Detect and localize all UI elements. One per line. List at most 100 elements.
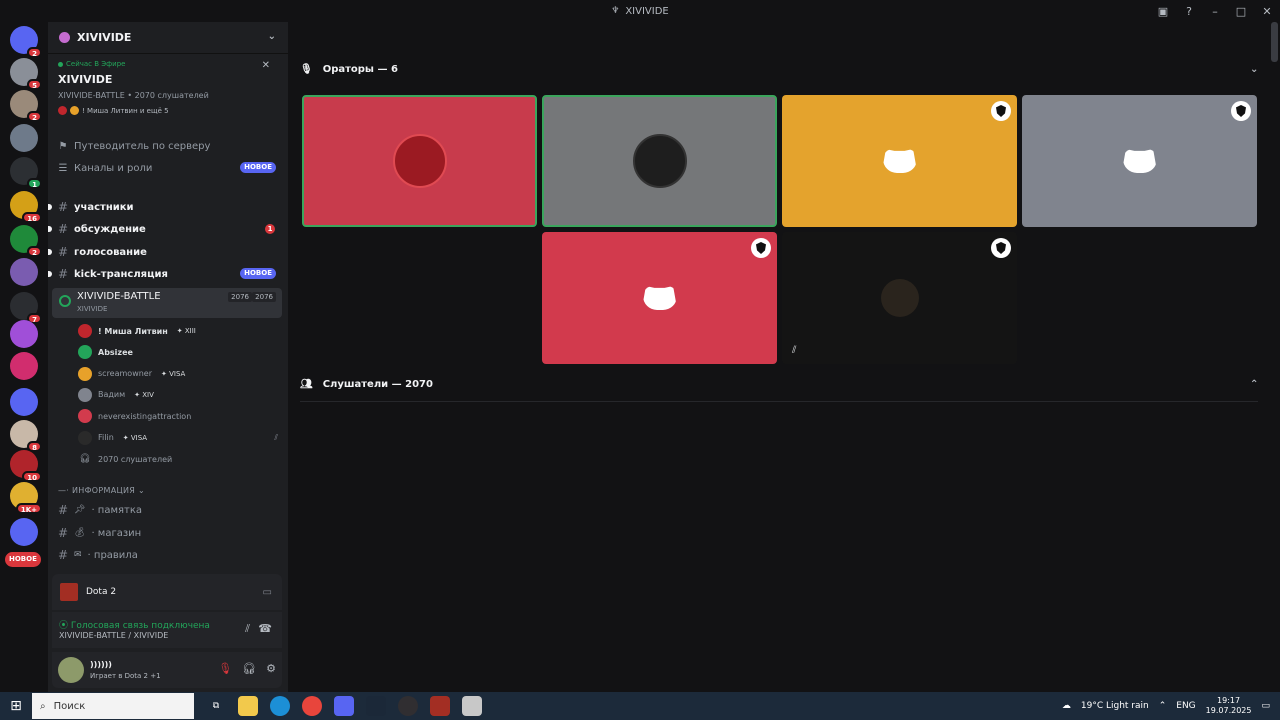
voice-channel-xivivide-battle[interactable]: XIVIVIDE-BATTLE XIVIVIDE 2076 2076 <box>52 288 282 318</box>
language-indicator[interactable]: ENG <box>1176 701 1195 711</box>
server-icon[interactable] <box>10 124 38 152</box>
channel-name: kick-трансляция <box>74 268 168 280</box>
minimize-button[interactable]: – <box>1202 5 1228 18</box>
hash-icon: # <box>58 267 69 281</box>
chevron-up-icon[interactable]: ⌃ <box>1250 379 1258 390</box>
unread-indicator <box>48 249 52 255</box>
server-icon[interactable]: 2 <box>10 225 42 257</box>
mention-badge: 2 <box>27 47 42 58</box>
avatar <box>78 324 92 338</box>
speaker-tile[interactable] <box>1022 95 1257 227</box>
live-stage-card[interactable]: Сейчас В Эфире XIVIVIDE XIVIVIDE-BATTLE … <box>58 60 278 115</box>
weather-text[interactable]: 19°C Light rain <box>1081 701 1149 711</box>
avatar <box>392 134 447 188</box>
voice-user[interactable]: Вадим ✦ XIV <box>78 386 278 404</box>
channel-2[interactable]: # голосование <box>48 243 280 261</box>
channel-0[interactable]: # участники <box>48 198 280 216</box>
disconnect-icon[interactable]: ☎ <box>258 622 272 635</box>
chevron-down-icon[interactable]: ⌄ <box>1250 64 1258 75</box>
live-speakers-text: ! Миша Литвин и ещё 5 <box>82 106 169 115</box>
noise-suppression-icon[interactable]: ⫽ <box>245 622 250 636</box>
mention-badge: 2 <box>27 111 42 122</box>
channel-sidebar: XIVIVIDE ⌄ Сейчас В Эфире XIVIVIDE XIVIV… <box>48 22 288 692</box>
server-icon[interactable] <box>10 320 38 348</box>
clock[interactable]: 19:17 19.07.2025 <box>1206 696 1252 716</box>
window-title-text: XIVIVIDE <box>625 5 669 17</box>
voice-user[interactable]: Filin ✦ VISA ⫽ <box>78 429 278 447</box>
now-playing-bar[interactable]: Dota 2 ▭ <box>52 574 282 610</box>
notifications-icon[interactable]: ▭ <box>1261 701 1270 711</box>
close-icon[interactable]: ✕ <box>262 60 270 71</box>
server-header[interactable]: XIVIVIDE ⌄ <box>48 22 288 54</box>
server-icon[interactable]: 1K+ <box>10 482 42 514</box>
voice-user[interactable]: Absizee <box>78 343 278 361</box>
info-channel[interactable]: # 📌︎ · памятка <box>58 501 280 519</box>
inbox-icon[interactable]: ▣ <box>1150 5 1176 18</box>
dota2-icon[interactable] <box>430 696 450 716</box>
voice-user[interactable]: neverexistingattraction <box>78 407 278 425</box>
avatar[interactable] <box>58 657 84 683</box>
server-icon[interactable] <box>10 518 38 546</box>
edge-icon[interactable] <box>270 696 290 716</box>
info-channel[interactable]: # ✉︎ · правила <box>58 546 280 564</box>
gear-icon[interactable]: ⚙ <box>266 662 276 675</box>
server-name: XIVIVIDE <box>77 31 132 44</box>
guild-tag: ✦ XIII <box>176 327 196 335</box>
screen-share-icon[interactable]: ▭ <box>263 587 272 598</box>
headphones-icon[interactable]: 🎧︎ <box>242 662 256 675</box>
close-button[interactable]: ✕ <box>1254 5 1280 18</box>
server-icon[interactable]: 2 <box>10 90 42 122</box>
channel-name: · памятка <box>91 504 143 516</box>
tray-chevron-icon[interactable]: ⌃ <box>1159 701 1167 711</box>
listeners-header[interactable]: 👥︎ Слушатели — 2070 ⌃ <box>300 379 1258 390</box>
avatar <box>78 409 92 424</box>
maximize-button[interactable]: □ <box>1228 5 1254 18</box>
voice-user-name: screamowner <box>98 369 153 379</box>
category-information[interactable]: —· ИНФОРМАЦИЯ ⌄ <box>58 486 145 495</box>
listeners-count[interactable]: 🎧︎ 2070 слушателей <box>78 450 278 468</box>
shield-app-icon[interactable] <box>462 696 482 716</box>
mention-badge: 2 <box>27 246 42 257</box>
server-icon[interactable]: 16 <box>10 191 42 223</box>
channels-roles-link[interactable]: ☰ Каналы и роли НОВОЕ <box>58 159 280 177</box>
speaker-tile[interactable] <box>302 95 537 227</box>
info-channel[interactable]: # 💰︎ · магазин <box>58 524 280 542</box>
server-icon[interactable] <box>10 388 38 416</box>
speaker-tile[interactable] <box>782 95 1017 227</box>
speakers-header[interactable]: 🎙︎ Ораторы — 6 ⌄ <box>300 64 1258 75</box>
speaker-tile[interactable] <box>542 232 777 364</box>
server-icon[interactable]: 2 <box>10 26 42 58</box>
server-icon[interactable]: 1 <box>10 157 42 189</box>
server-icon[interactable]: 7 <box>10 292 42 324</box>
speaker-tile[interactable] <box>542 95 777 227</box>
taskbar-search[interactable]: ⌕ Поиск <box>32 693 194 719</box>
server-icon[interactable]: 5 <box>10 58 42 90</box>
chrome-icon[interactable] <box>302 696 322 716</box>
weather-icon[interactable]: ☁ <box>1062 701 1071 711</box>
scrollbar[interactable] <box>1271 22 1278 62</box>
hash-icon: # <box>58 526 69 540</box>
voice-user[interactable]: ! Миша Литвин ✦ XIII <box>78 322 278 340</box>
server-icon[interactable] <box>10 258 38 286</box>
chevron-down-icon[interactable]: ⌄ <box>268 31 276 42</box>
channel-1[interactable]: # обсуждение 1 <box>48 220 280 238</box>
server-icon[interactable]: 10 <box>10 450 42 482</box>
server-guide-link[interactable]: ⚑ Путеводитель по серверу <box>58 137 280 155</box>
speaker-tile[interactable]: ⫽ <box>782 232 1017 364</box>
discord-icon[interactable] <box>334 696 354 716</box>
obs-icon[interactable] <box>398 696 418 716</box>
windows-start-icon[interactable]: ⊞ <box>0 698 32 714</box>
listeners-count-label: 2070 слушателей <box>98 454 173 464</box>
server-avatar <box>10 388 38 416</box>
mute-mic-icon[interactable]: 🎙︎ <box>218 662 232 675</box>
channel-3[interactable]: # kick-трансляция НОВОЕ <box>48 265 280 283</box>
user-panel: )))))) Играет в Dota 2 +1 🎙︎ 🎧︎ ⚙ <box>52 652 282 688</box>
file-explorer-icon[interactable] <box>238 696 258 716</box>
task-view-icon[interactable]: ⧉ <box>206 696 226 716</box>
voice-status-channel[interactable]: XIVIVIDE-BATTLE / XIVIVIDE <box>59 631 168 640</box>
steam-icon[interactable] <box>366 696 386 716</box>
help-icon[interactable]: ? <box>1176 5 1202 18</box>
server-icon[interactable] <box>10 352 38 380</box>
voice-user[interactable]: screamowner ✦ VISA <box>78 365 278 383</box>
server-icon[interactable]: 8 <box>10 420 42 452</box>
